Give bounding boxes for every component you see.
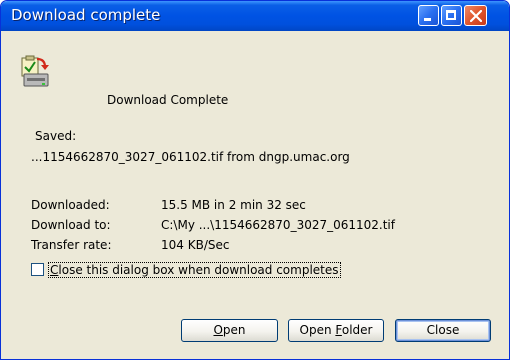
close-icon <box>470 10 482 22</box>
open-folder-text-rest: older <box>341 323 373 337</box>
close-when-done-text: lose this dialog box when download compl… <box>58 263 339 277</box>
downloaded-value: 15.5 MB in 2 min 32 sec <box>161 198 306 212</box>
minimize-icon <box>424 18 431 21</box>
maximize-button[interactable] <box>441 5 462 26</box>
open-accel: O <box>213 323 223 337</box>
saved-file-value: ...1154662870_3027_061102.tif from dngp.… <box>31 150 350 164</box>
minimize-button[interactable] <box>418 5 439 26</box>
download-to-value: C:\My ...\1154662870_3027_061102.tif <box>161 218 395 232</box>
open-button[interactable]: Open <box>181 319 278 342</box>
downloaded-label: Downloaded: <box>31 198 110 212</box>
open-text: pen <box>222 323 246 337</box>
saved-label: Saved: <box>35 129 77 143</box>
download-complete-dialog: Download complete Download Complete Save… <box>0 0 510 360</box>
transfer-rate-label: Transfer rate: <box>31 238 112 252</box>
open-folder-button[interactable]: Open Folder <box>288 319 384 342</box>
download-complete-icon <box>21 55 49 87</box>
dialog-body <box>4 31 506 356</box>
close-when-done-checkbox[interactable] <box>31 263 44 276</box>
download-to-label: Download to: <box>31 218 111 232</box>
transfer-rate-value: 104 KB/Sec <box>161 238 230 252</box>
title-bar[interactable]: Download complete <box>1 1 509 31</box>
close-button[interactable]: Close <box>395 319 491 342</box>
open-folder-text-pre: Open <box>299 323 336 337</box>
download-complete-message: Download Complete <box>107 93 229 107</box>
close-when-done-label[interactable]: Close this dialog box when download comp… <box>48 262 341 278</box>
close-window-button[interactable] <box>464 5 487 26</box>
window-title: Download complete <box>11 6 161 24</box>
maximize-icon <box>446 10 456 20</box>
